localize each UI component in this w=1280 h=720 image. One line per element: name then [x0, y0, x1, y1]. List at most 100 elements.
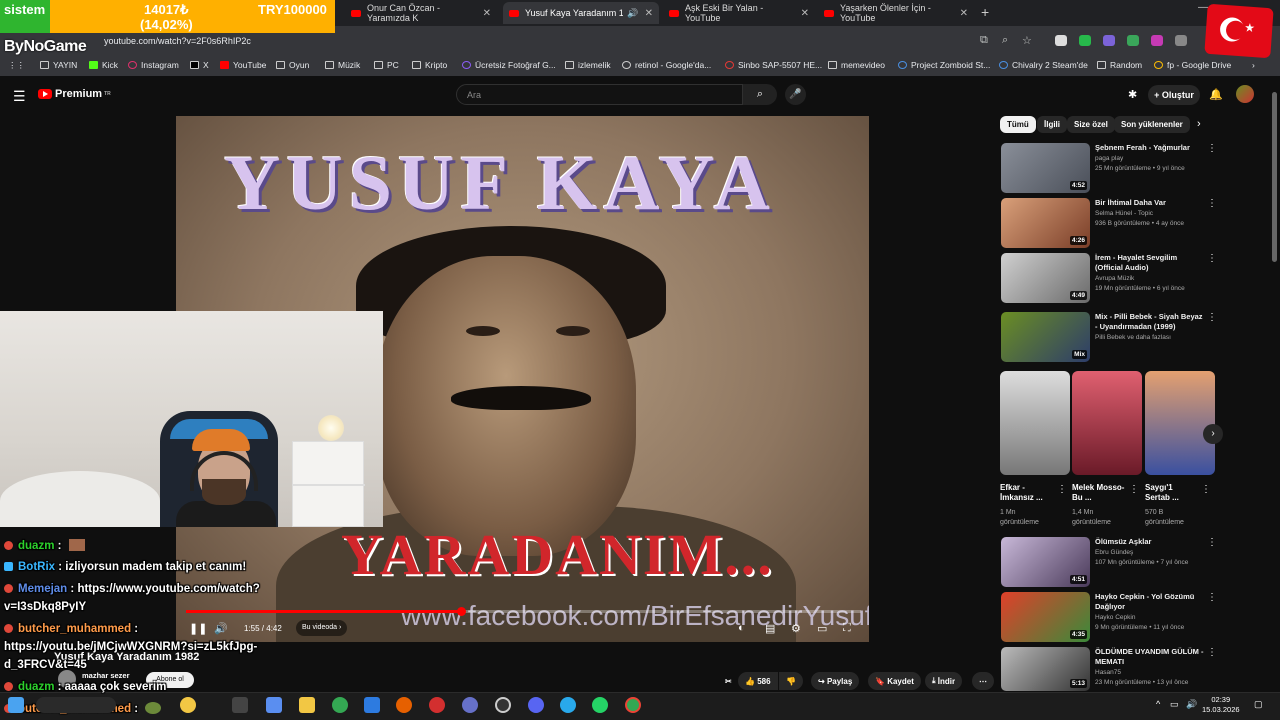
app-icon[interactable] — [462, 697, 478, 713]
recommendation-channel[interactable]: Avrupa Müzik — [1095, 275, 1134, 282]
more-options-icon[interactable]: ⋮ — [1201, 484, 1211, 495]
new-tab-icon[interactable]: + — [981, 4, 989, 20]
bookmark-drive[interactable]: fp - Google Drive — [1154, 60, 1231, 70]
mix-thumbnail[interactable]: Mix — [1001, 312, 1090, 362]
video-thumbnail[interactable]: 5:13 — [1001, 647, 1090, 691]
clip-icon[interactable]: ✂ — [718, 672, 739, 690]
bookmark-oyun[interactable]: Oyun — [276, 60, 309, 70]
opera-icon[interactable] — [429, 697, 445, 713]
bookmark-youtube[interactable]: YouTube — [220, 60, 266, 70]
firefox-icon[interactable] — [396, 697, 412, 713]
bookmark-kripto[interactable]: Kripto — [412, 60, 447, 70]
chevron-right-icon[interactable]: › — [1197, 118, 1201, 130]
volume-icon[interactable]: 🔊 — [214, 622, 228, 635]
browser-tab[interactable]: Aşk Eski Bir Yalan - YouTube ✕ — [663, 2, 815, 24]
bookmark-star-icon[interactable]: ☆ — [1022, 34, 1032, 47]
video-thumbnail[interactable]: 4:26 — [1001, 198, 1090, 248]
chip-related[interactable]: İlgili — [1037, 116, 1067, 133]
recommendation-item[interactable]: 4:49 İrem - Hayalet Sevgilim (Official A… — [1001, 253, 1221, 303]
video-thumbnail[interactable]: 4:52 — [1001, 143, 1090, 193]
recommendation-title[interactable]: Hayko Cepkin - Yol Gözümü Dağlıyor — [1095, 592, 1205, 612]
short-thumbnail[interactable] — [1145, 371, 1215, 475]
more-options-icon[interactable]: ⋮ — [1129, 484, 1139, 495]
bookmark-memevideo[interactable]: memevideo — [828, 60, 885, 70]
bookmark-sinbo[interactable]: Sinbo SAP-5507 HE... — [725, 60, 822, 70]
recommendation-item[interactable]: 5:13 ÖLDÜMDE UYANDIM GÜLÜM - MEMATI Hasa… — [1001, 647, 1221, 691]
copilot-icon[interactable] — [266, 697, 282, 713]
recommendation-item[interactable]: Mix Mix - Pilli Bebek - Siyah Beyaz - Uy… — [1001, 312, 1221, 362]
cast-icon[interactable]: ✱ — [1128, 88, 1137, 101]
more-options-icon[interactable]: ⋮ — [1207, 198, 1217, 209]
bookmark-kick[interactable]: Kick — [89, 60, 118, 70]
account-avatar[interactable] — [1236, 85, 1254, 103]
more-options-icon[interactable]: ⋮ — [1207, 592, 1217, 603]
youtube-premium-logo[interactable]: Premium TR — [38, 88, 111, 100]
extension-icon[interactable] — [1151, 35, 1163, 46]
browser-tab[interactable]: Yaşarken Ölenler İçin - YouTube ✕ — [818, 2, 974, 24]
cast-icon[interactable]: ⧉ — [980, 34, 988, 47]
recommendation-item[interactable]: 4:52 Şebnem Ferah - Yağmurlar paga play … — [1001, 143, 1221, 193]
hamburger-menu-icon[interactable]: ☰ — [13, 88, 26, 105]
network-icon[interactable]: ▭ — [1170, 699, 1179, 710]
pause-icon[interactable]: ❚❚ — [189, 622, 207, 635]
recommendation-channel[interactable]: Hayko Cepkin — [1095, 614, 1135, 621]
share-button[interactable]: ↪ Paylaş — [811, 672, 860, 690]
download-button[interactable]: ⤓ İndir — [925, 672, 963, 690]
autoplay-toggle[interactable]: ◐ — [738, 622, 745, 634]
extension-icon[interactable] — [1055, 35, 1067, 46]
theater-mode-icon[interactable]: ▭ — [817, 622, 827, 635]
close-tab-icon[interactable]: ✕ — [645, 8, 653, 19]
bookmark-random[interactable]: Random — [1097, 60, 1142, 70]
bookmark-muzik[interactable]: Müzik — [325, 60, 360, 70]
save-button[interactable]: 🔖 Kaydet — [868, 672, 921, 690]
chrome-icon[interactable] — [332, 697, 348, 713]
tray-chevron-icon[interactable]: ^ — [1156, 699, 1160, 709]
bookmark-instagram[interactable]: Instagram — [128, 60, 179, 70]
progress-scrubber[interactable] — [456, 607, 466, 616]
chip-all[interactable]: Tümü — [1000, 116, 1036, 133]
recommendation-title[interactable]: İrem - Hayalet Sevgilim (Official Audio) — [1095, 253, 1205, 273]
browser-tab-active[interactable]: Yusuf Kaya Yaradanım 1982 🔊 ✕ — [503, 2, 659, 24]
notifications-icon[interactable]: ▢ — [1254, 699, 1263, 710]
video-progress-bar[interactable] — [186, 607, 861, 616]
whatsapp-icon[interactable] — [592, 697, 608, 713]
widgets-icon[interactable] — [180, 697, 196, 713]
recommendation-title[interactable]: Ölümsüz Aşklar — [1095, 537, 1205, 547]
url-field[interactable]: youtube.com/watch?v=2F0s6RhIP2c — [104, 36, 251, 46]
recommendation-channel[interactable]: Hasan75 — [1095, 669, 1121, 676]
more-options-icon[interactable]: ⋮ — [1207, 647, 1217, 658]
settings-gear-icon[interactable]: ⚙ — [791, 622, 801, 635]
file-explorer-icon[interactable] — [299, 697, 315, 713]
chapter-button[interactable]: Bu videoda › — [296, 620, 348, 636]
recommendation-item[interactable]: 4:26 Bir İhtimal Daha Var Selma Hünel - … — [1001, 198, 1221, 248]
more-options-icon[interactable]: ⋮ — [1057, 484, 1067, 495]
short-title[interactable]: Saygı'1 Sertab ... — [1145, 483, 1195, 503]
close-tab-icon[interactable]: ✕ — [801, 8, 809, 19]
telegram-icon[interactable] — [560, 697, 576, 713]
page-scrollbar[interactable] — [1272, 92, 1277, 262]
extensions-puzzle-icon[interactable] — [1175, 35, 1187, 46]
short-title[interactable]: Efkar - İmkansız ... — [1000, 483, 1052, 503]
extension-icon[interactable] — [1103, 35, 1115, 46]
recommendation-channel[interactable]: Selma Hünel - Topic — [1095, 210, 1153, 217]
bookmark-zomboid[interactable]: Project Zomboid St... — [898, 60, 990, 70]
search-button[interactable]: ⌕ — [743, 84, 777, 105]
bookmark-izlemelik[interactable]: izlemelik — [565, 60, 611, 70]
chrome-profile-icon[interactable] — [625, 697, 641, 713]
dislike-button[interactable]: 👎 — [779, 672, 803, 690]
recommendation-title[interactable]: Bir İhtimal Daha Var — [1095, 198, 1205, 208]
zoom-icon[interactable]: ⌕ — [1002, 34, 1008, 47]
close-tab-icon[interactable]: ✕ — [960, 8, 968, 19]
discord-icon[interactable] — [528, 697, 544, 713]
create-button[interactable]: + Oluştur — [1148, 85, 1200, 105]
microphone-icon[interactable]: 🎤 — [785, 84, 806, 105]
recommendation-item[interactable]: 4:35 Hayko Cepkin - Yol Gözümü Dağlıyor … — [1001, 592, 1221, 642]
apps-grid-icon[interactable]: ⋮⋮ — [8, 60, 25, 71]
mail-icon[interactable] — [364, 697, 380, 713]
more-options-icon[interactable]: ⋮ — [1207, 253, 1217, 264]
chip-recently-uploaded[interactable]: Son yüklenenler — [1114, 116, 1190, 133]
like-button[interactable]: 👍 586 — [738, 672, 778, 690]
short-thumbnail[interactable] — [1000, 371, 1070, 475]
recommendation-title[interactable]: Şebnem Ferah - Yağmurlar — [1095, 143, 1205, 153]
recommendation-title[interactable]: Mix - Pilli Bebek - Siyah Beyaz - Uyandı… — [1095, 312, 1205, 332]
